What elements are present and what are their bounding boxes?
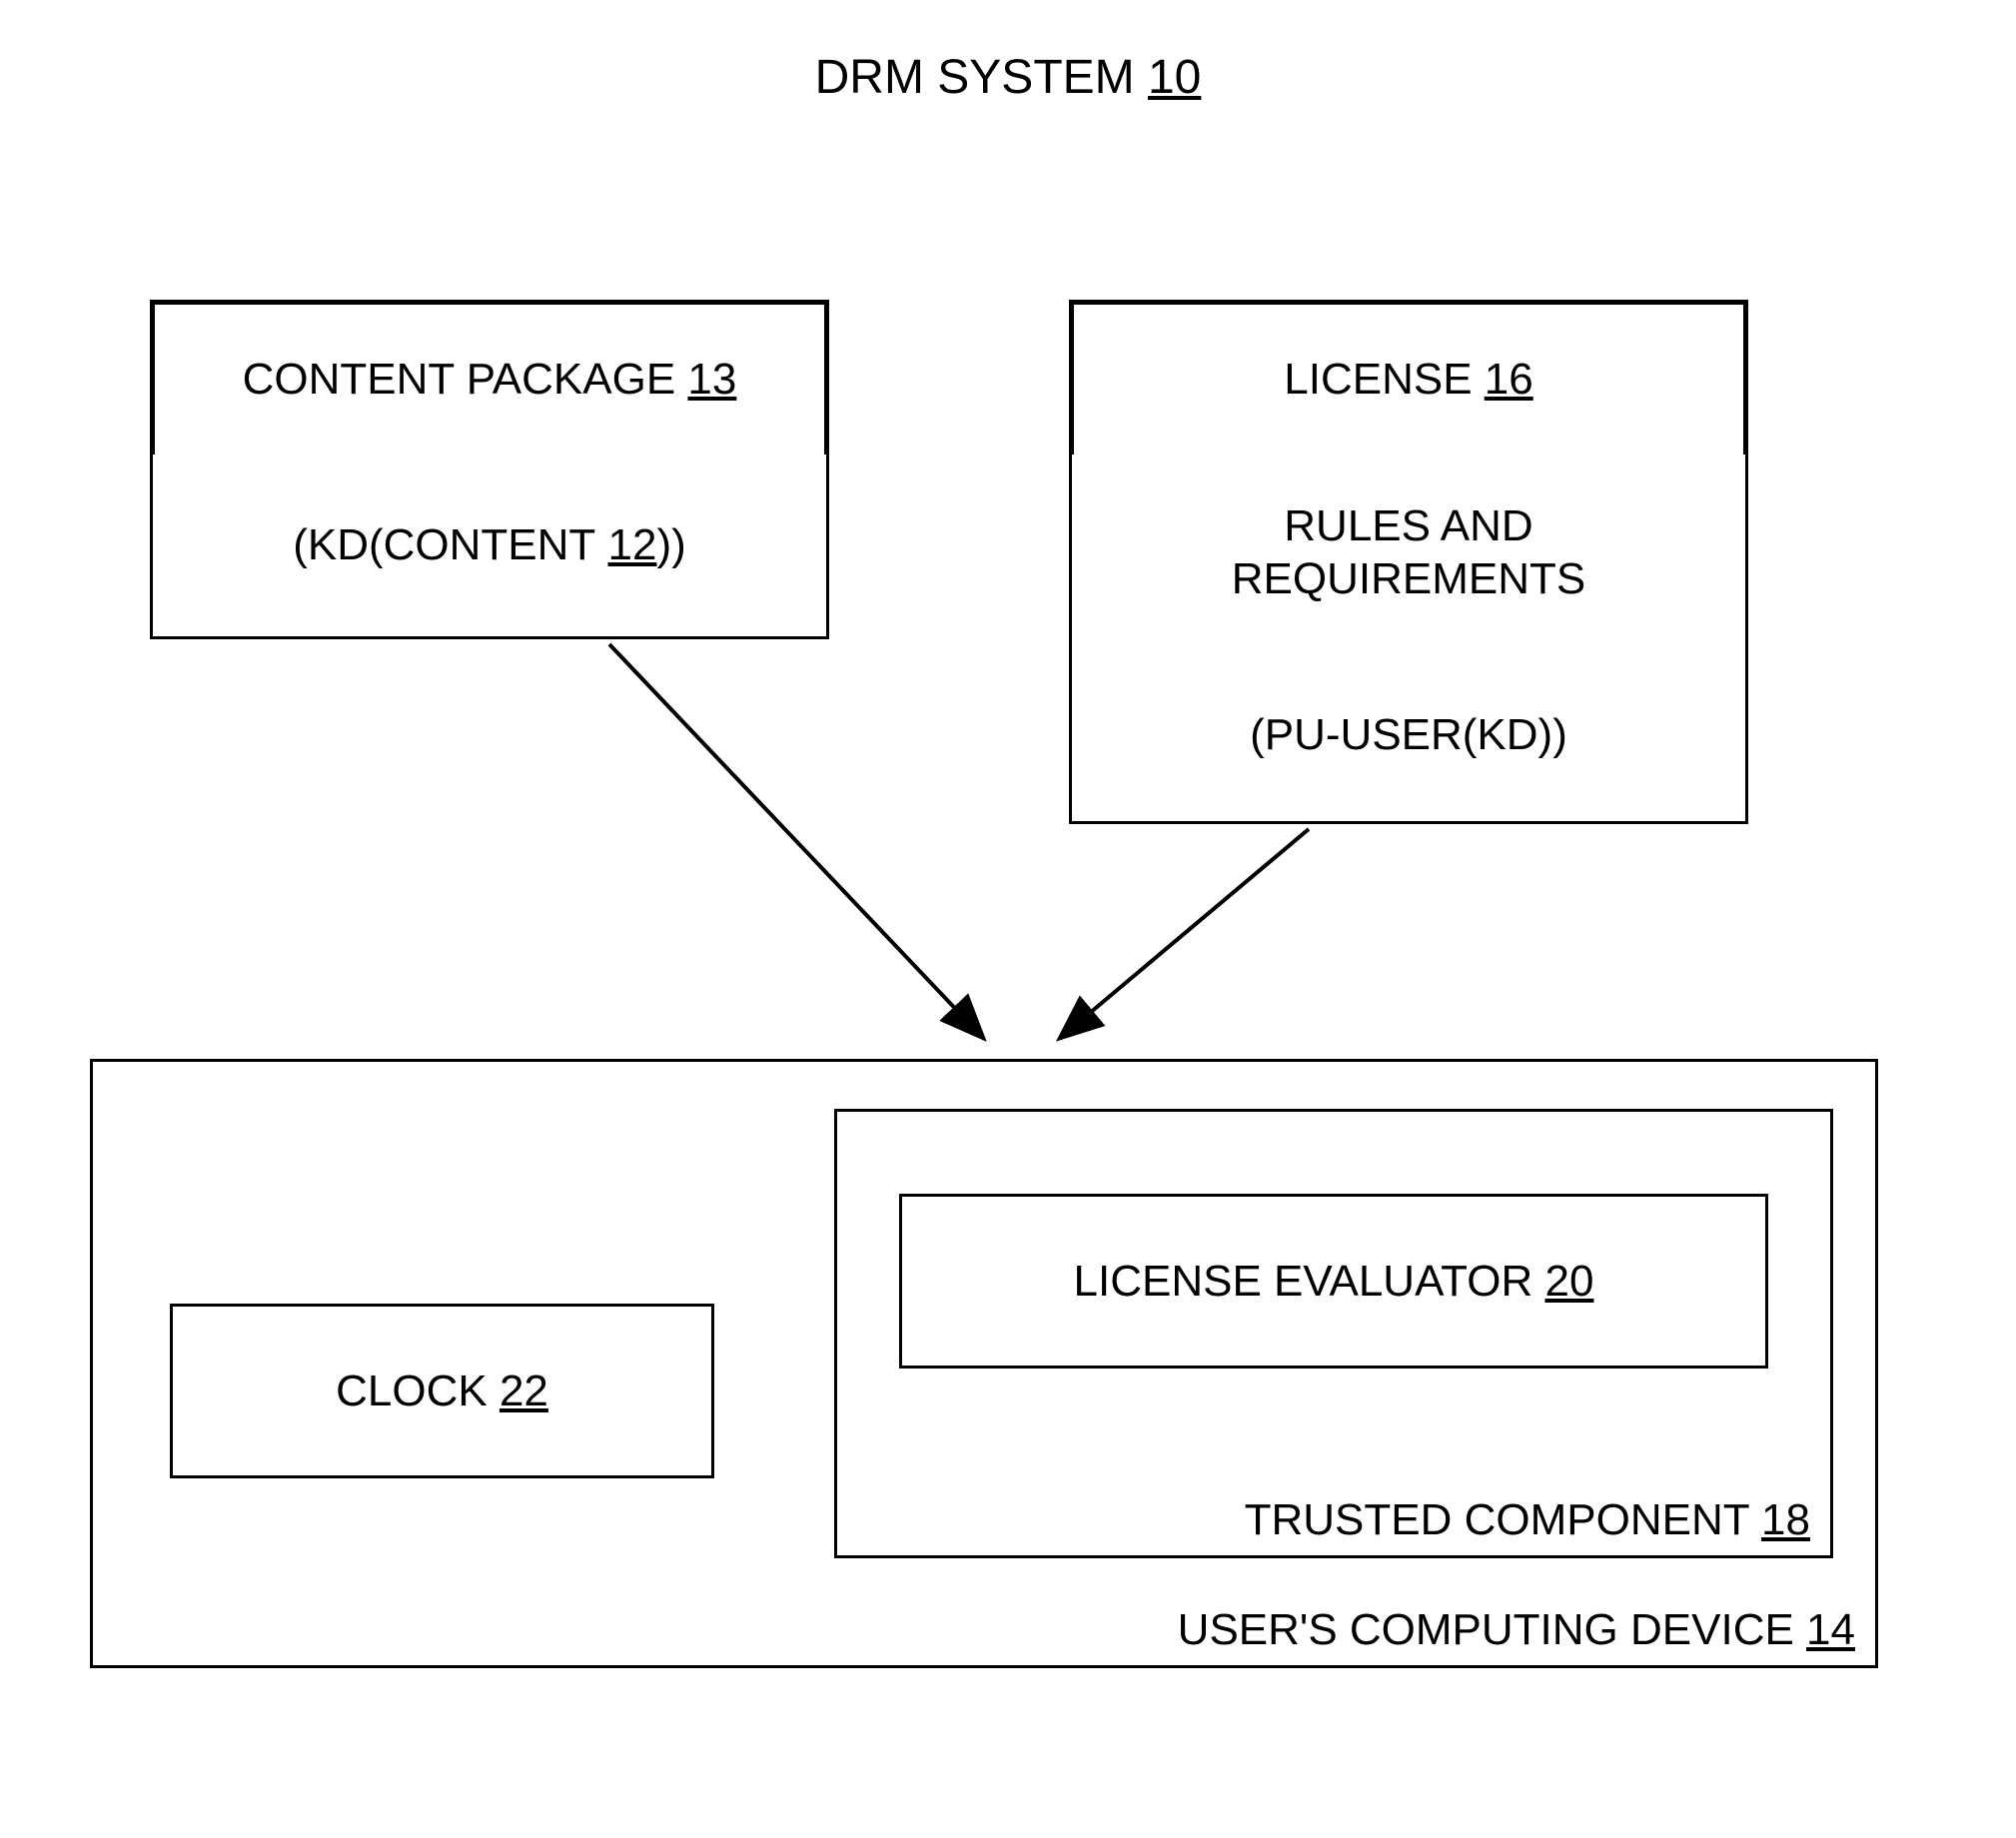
rules-label: RULES AND REQUIREMENTS <box>1072 455 1745 651</box>
license-box: LICENSE 16 <box>1069 300 1748 460</box>
content-kd-box: (KD(CONTENT 12 )) <box>150 455 829 639</box>
arrow-content-to-device <box>609 644 984 1039</box>
rules-box: RULES AND REQUIREMENTS <box>1069 455 1748 654</box>
clock-label: CLOCK 22 <box>173 1307 711 1475</box>
content-kd-label: (KD(CONTENT 12 )) <box>153 455 826 636</box>
license-label: LICENSE 16 <box>1074 305 1743 455</box>
pu-user-box: (PU-USER(KD)) <box>1069 649 1748 824</box>
content-package-label: CONTENT PACKAGE 13 <box>155 305 824 455</box>
user-device-label: USER'S COMPUTING DEVICE 14 <box>1178 1605 1855 1655</box>
arrow-license-to-device <box>1059 829 1309 1039</box>
trusted-component-label: TRUSTED COMPONENT 18 <box>1245 1495 1810 1545</box>
title-text: DRM SYSTEM <box>815 51 1135 104</box>
license-evaluator-label: LICENSE EVALUATOR 20 <box>902 1197 1765 1366</box>
license-evaluator-box: LICENSE EVALUATOR 20 <box>899 1194 1768 1369</box>
pu-user-label: (PU-USER(KD)) <box>1072 649 1745 821</box>
title-ref: 10 <box>1148 51 1201 104</box>
clock-box: CLOCK 22 <box>170 1304 714 1478</box>
diagram-title: DRM SYSTEM 10 <box>0 50 2016 105</box>
content-package-box: CONTENT PACKAGE 13 <box>150 300 829 460</box>
